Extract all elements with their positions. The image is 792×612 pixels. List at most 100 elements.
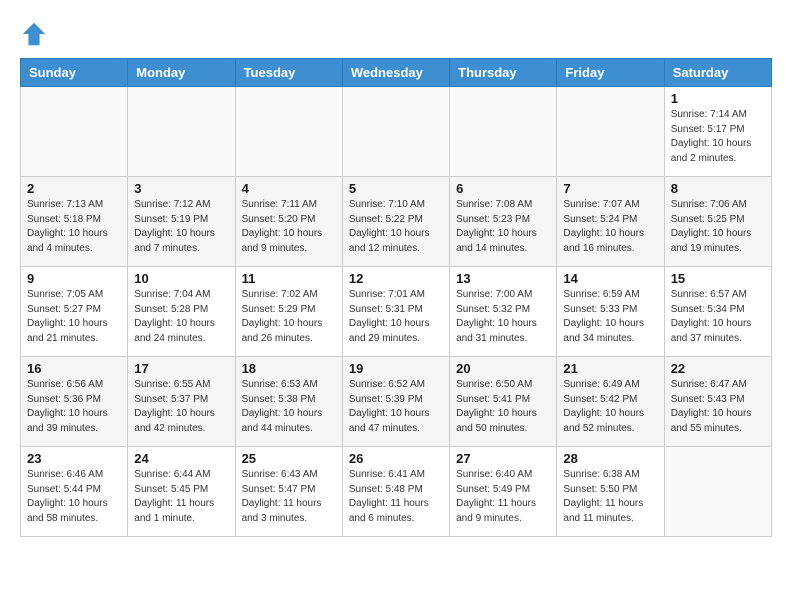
day-info: Sunrise: 6:56 AM Sunset: 5:36 PM Dayligh… (27, 378, 121, 436)
day-info: Sunrise: 6:57 AM Sunset: 5:34 PM Dayligh… (671, 288, 765, 346)
calendar-cell: 19 Sunrise: 6:52 AM Sunset: 5:39 PM Dayli… (342, 357, 449, 447)
day-number: 1 (671, 91, 765, 106)
calendar-cell: 16Sunrise: 6:56 AM Sunset: 5:36 PM Dayli… (21, 357, 128, 447)
day-info: Sunrise: 7:13 AM Sunset: 5:18 PM Dayligh… (27, 198, 121, 256)
day-number: 3 (134, 181, 228, 196)
day-info: Sunrise: 7:02 AM Sunset: 5:29 PM Dayligh… (242, 288, 336, 346)
calendar-cell (557, 87, 664, 177)
calendar-cell (342, 87, 449, 177)
header-friday: Friday (557, 59, 664, 87)
calendar-cell: 21 Sunrise: 6:49 AM Sunset: 5:42 PM Dayli… (557, 357, 664, 447)
day-info: Sunrise: 7:06 AM Sunset: 5:25 PM Dayligh… (671, 198, 765, 256)
calendar-cell: 1 Sunrise: 7:14 AM Sunset: 5:17 PM Daylig… (664, 87, 771, 177)
day-number: 4 (242, 181, 336, 196)
day-info: Sunrise: 7:00 AM Sunset: 5:32 PM Dayligh… (456, 288, 550, 346)
day-number: 22 (671, 361, 765, 376)
calendar-cell: 11 Sunrise: 7:02 AM Sunset: 5:29 PM Dayli… (235, 267, 342, 357)
day-info: Sunrise: 7:11 AM Sunset: 5:20 PM Dayligh… (242, 198, 336, 256)
day-number: 20 (456, 361, 550, 376)
calendar-cell: 12 Sunrise: 7:01 AM Sunset: 5:31 PM Dayli… (342, 267, 449, 357)
day-info: Sunrise: 6:50 AM Sunset: 5:41 PM Dayligh… (456, 378, 550, 436)
day-number: 14 (563, 271, 657, 286)
day-info: Sunrise: 6:47 AM Sunset: 5:43 PM Dayligh… (671, 378, 765, 436)
calendar-cell: 25 Sunrise: 6:43 AM Sunset: 5:47 PM Dayli… (235, 447, 342, 537)
header-monday: Monday (128, 59, 235, 87)
week-row-2: 2 Sunrise: 7:13 AM Sunset: 5:18 PM Daylig… (21, 177, 772, 267)
day-info: Sunrise: 7:04 AM Sunset: 5:28 PM Dayligh… (134, 288, 228, 346)
calendar-cell: 26 Sunrise: 6:41 AM Sunset: 5:48 PM Dayli… (342, 447, 449, 537)
day-info: Sunrise: 6:44 AM Sunset: 5:45 PM Dayligh… (134, 468, 228, 526)
header-tuesday: Tuesday (235, 59, 342, 87)
page-header (20, 20, 772, 48)
calendar-cell: 8 Sunrise: 7:06 AM Sunset: 5:25 PM Daylig… (664, 177, 771, 267)
day-info: Sunrise: 7:05 AM Sunset: 5:27 PM Dayligh… (27, 288, 121, 346)
calendar-cell: 17 Sunrise: 6:55 AM Sunset: 5:37 PM Dayli… (128, 357, 235, 447)
day-number: 15 (671, 271, 765, 286)
week-row-1: 1 Sunrise: 7:14 AM Sunset: 5:17 PM Daylig… (21, 87, 772, 177)
day-info: Sunrise: 6:55 AM Sunset: 5:37 PM Dayligh… (134, 378, 228, 436)
day-number: 24 (134, 451, 228, 466)
calendar-table: SundayMondayTuesdayWednesdayThursdayFrid… (20, 58, 772, 537)
calendar-cell (235, 87, 342, 177)
calendar-cell (21, 87, 128, 177)
day-info: Sunrise: 6:52 AM Sunset: 5:39 PM Dayligh… (349, 378, 443, 436)
calendar-cell: 20 Sunrise: 6:50 AM Sunset: 5:41 PM Dayli… (450, 357, 557, 447)
calendar-cell (128, 87, 235, 177)
day-info: Sunrise: 7:08 AM Sunset: 5:23 PM Dayligh… (456, 198, 550, 256)
day-number: 7 (563, 181, 657, 196)
day-number: 19 (349, 361, 443, 376)
calendar-cell: 13Sunrise: 7:00 AM Sunset: 5:32 PM Dayli… (450, 267, 557, 357)
logo-icon (20, 20, 48, 48)
day-info: Sunrise: 7:12 AM Sunset: 5:19 PM Dayligh… (134, 198, 228, 256)
day-info: Sunrise: 7:01 AM Sunset: 5:31 PM Dayligh… (349, 288, 443, 346)
calendar-cell: 18 Sunrise: 6:53 AM Sunset: 5:38 PM Dayli… (235, 357, 342, 447)
day-number: 9 (27, 271, 121, 286)
header-wednesday: Wednesday (342, 59, 449, 87)
day-info: Sunrise: 6:59 AM Sunset: 5:33 PM Dayligh… (563, 288, 657, 346)
day-number: 5 (349, 181, 443, 196)
day-info: Sunrise: 6:53 AM Sunset: 5:38 PM Dayligh… (242, 378, 336, 436)
day-number: 2 (27, 181, 121, 196)
day-number: 18 (242, 361, 336, 376)
day-number: 17 (134, 361, 228, 376)
day-number: 28 (563, 451, 657, 466)
day-info: Sunrise: 6:40 AM Sunset: 5:49 PM Dayligh… (456, 468, 550, 526)
day-number: 8 (671, 181, 765, 196)
calendar-cell: 23Sunrise: 6:46 AM Sunset: 5:44 PM Dayli… (21, 447, 128, 537)
day-info: Sunrise: 6:38 AM Sunset: 5:50 PM Dayligh… (563, 468, 657, 526)
day-number: 26 (349, 451, 443, 466)
calendar-cell (450, 87, 557, 177)
header-saturday: Saturday (664, 59, 771, 87)
logo (20, 20, 52, 48)
week-row-3: 9 Sunrise: 7:05 AM Sunset: 5:27 PM Daylig… (21, 267, 772, 357)
calendar-cell: 22 Sunrise: 6:47 AM Sunset: 5:43 PM Dayli… (664, 357, 771, 447)
calendar-cell: 3 Sunrise: 7:12 AM Sunset: 5:19 PM Daylig… (128, 177, 235, 267)
day-number: 11 (242, 271, 336, 286)
calendar-cell (664, 447, 771, 537)
calendar-cell: 6 Sunrise: 7:08 AM Sunset: 5:23 PM Daylig… (450, 177, 557, 267)
day-info: Sunrise: 7:07 AM Sunset: 5:24 PM Dayligh… (563, 198, 657, 256)
day-info: Sunrise: 6:41 AM Sunset: 5:48 PM Dayligh… (349, 468, 443, 526)
calendar-cell: 5 Sunrise: 7:10 AM Sunset: 5:22 PM Daylig… (342, 177, 449, 267)
day-info: Sunrise: 7:10 AM Sunset: 5:22 PM Dayligh… (349, 198, 443, 256)
calendar-cell: 4 Sunrise: 7:11 AM Sunset: 5:20 PM Daylig… (235, 177, 342, 267)
day-info: Sunrise: 6:49 AM Sunset: 5:42 PM Dayligh… (563, 378, 657, 436)
week-row-4: 16Sunrise: 6:56 AM Sunset: 5:36 PM Dayli… (21, 357, 772, 447)
day-number: 6 (456, 181, 550, 196)
calendar-cell: 28 Sunrise: 6:38 AM Sunset: 5:50 PM Dayli… (557, 447, 664, 537)
calendar-cell: 7 Sunrise: 7:07 AM Sunset: 5:24 PM Daylig… (557, 177, 664, 267)
day-number: 25 (242, 451, 336, 466)
header-thursday: Thursday (450, 59, 557, 87)
day-info: Sunrise: 7:14 AM Sunset: 5:17 PM Dayligh… (671, 108, 765, 166)
day-number: 23 (27, 451, 121, 466)
header-sunday: Sunday (21, 59, 128, 87)
day-number: 27 (456, 451, 550, 466)
calendar-cell: 15 Sunrise: 6:57 AM Sunset: 5:34 PM Dayli… (664, 267, 771, 357)
calendar-cell: 9 Sunrise: 7:05 AM Sunset: 5:27 PM Daylig… (21, 267, 128, 357)
calendar-cell: 27 Sunrise: 6:40 AM Sunset: 5:49 PM Dayli… (450, 447, 557, 537)
day-number: 21 (563, 361, 657, 376)
day-info: Sunrise: 6:43 AM Sunset: 5:47 PM Dayligh… (242, 468, 336, 526)
calendar-cell: 14 Sunrise: 6:59 AM Sunset: 5:33 PM Dayli… (557, 267, 664, 357)
day-number: 12 (349, 271, 443, 286)
week-row-5: 23Sunrise: 6:46 AM Sunset: 5:44 PM Dayli… (21, 447, 772, 537)
